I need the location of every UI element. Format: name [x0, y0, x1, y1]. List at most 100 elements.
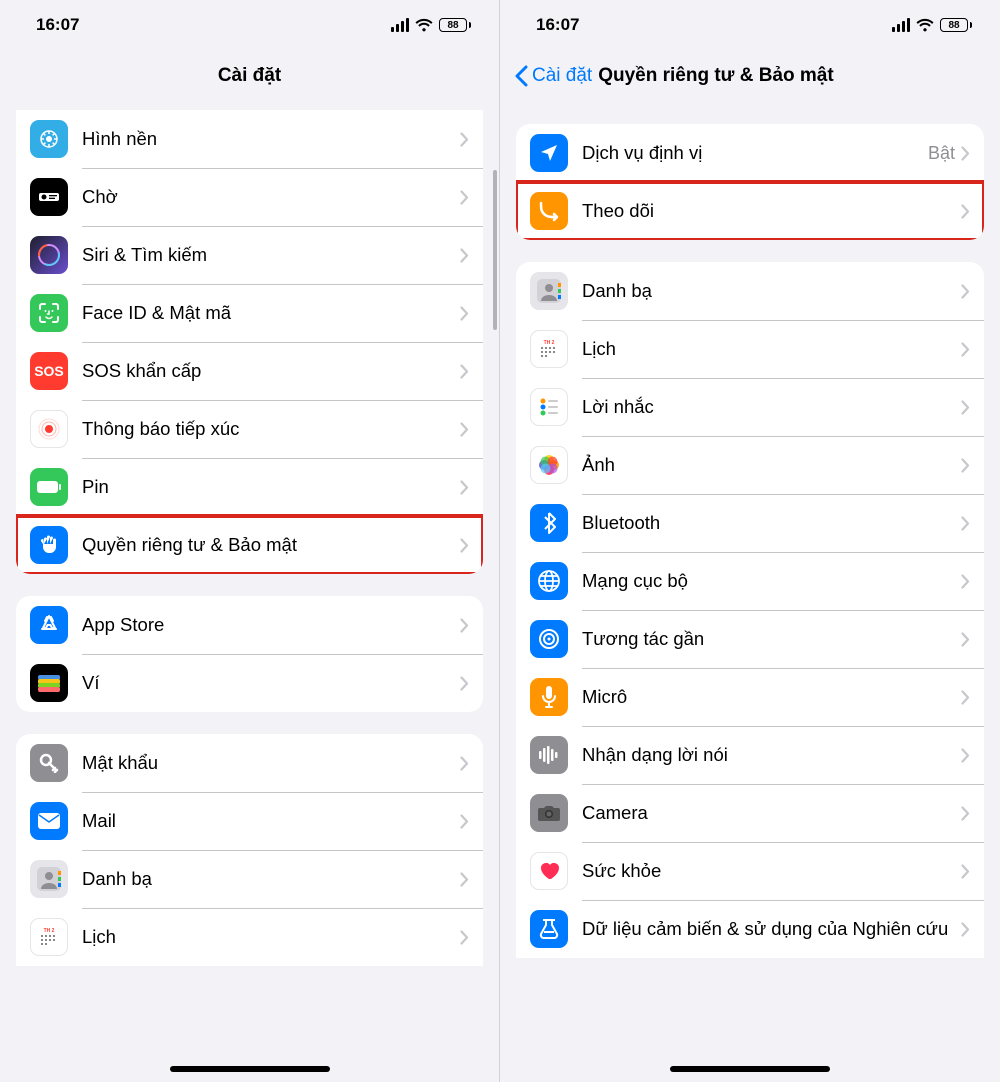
row-photos[interactable]: Ảnh: [516, 436, 984, 494]
back-button[interactable]: Cài đặt: [514, 65, 592, 87]
chevron-right-icon: [460, 248, 469, 263]
health-icon: [530, 852, 568, 890]
chevron-right-icon: [460, 306, 469, 321]
row-label: Dịch vụ định vị: [582, 141, 928, 164]
settings-list[interactable]: Hình nền Chờ Siri & Tìm kiếm Face ID & Mật …: [0, 102, 499, 1082]
scrollbar[interactable]: [493, 170, 497, 330]
chevron-right-icon: [460, 132, 469, 147]
row-battery[interactable]: Pin: [16, 458, 483, 516]
row-contacts[interactable]: Danh bạ: [516, 262, 984, 320]
localnet-icon: [530, 562, 568, 600]
svg-text:TH 2: TH 2: [544, 340, 555, 346]
camera-icon: [530, 794, 568, 832]
chevron-right-icon: [961, 748, 970, 763]
calendar-icon: TH 2: [530, 330, 568, 368]
calendar-icon: TH 2: [30, 918, 68, 956]
chevron-right-icon: [460, 814, 469, 829]
contacts-icon: [530, 272, 568, 310]
chevron-right-icon: [961, 922, 970, 937]
faceid-icon: [30, 294, 68, 332]
row-siri[interactable]: Siri & Tìm kiếm: [16, 226, 483, 284]
contacts-icon: [30, 860, 68, 898]
page-title: Quyền riêng tư & Bảo mật: [598, 65, 833, 87]
chevron-right-icon: [961, 574, 970, 589]
chevron-right-icon: [961, 400, 970, 415]
chevron-right-icon: [460, 364, 469, 379]
row-label: Lịch: [582, 337, 961, 360]
row-calendar[interactable]: TH 2 Lịch: [16, 908, 483, 966]
status-bar: 16:07 88: [500, 0, 1000, 50]
siri-icon: [30, 236, 68, 274]
chevron-right-icon: [961, 864, 970, 879]
row-wallet[interactable]: Ví: [16, 654, 483, 712]
row-label: Lịch: [82, 925, 460, 948]
row-exposure[interactable]: Thông báo tiếp xúc: [16, 400, 483, 458]
chevron-right-icon: [961, 632, 970, 647]
row-camera[interactable]: Camera: [516, 784, 984, 842]
chevron-right-icon: [961, 516, 970, 531]
row-label: Ảnh: [582, 453, 961, 476]
page-title: Cài đặt: [0, 65, 499, 87]
row-wallpaper[interactable]: Hình nền: [16, 110, 483, 168]
research-icon: [530, 910, 568, 948]
row-mail[interactable]: Mail: [16, 792, 483, 850]
cellular-icon: [892, 18, 910, 32]
wifi-icon: [415, 18, 433, 32]
privacy-list[interactable]: Dịch vụ định vịBật Theo dõi Danh bạ TH 2 Lịc…: [500, 102, 1000, 1082]
row-label: Thông báo tiếp xúc: [82, 417, 460, 440]
chevron-right-icon: [460, 480, 469, 495]
row-standby[interactable]: Chờ: [16, 168, 483, 226]
chevron-right-icon: [961, 146, 970, 161]
chevron-right-icon: [961, 806, 970, 821]
home-indicator[interactable]: [670, 1066, 830, 1072]
row-reminders[interactable]: Lời nhắc: [516, 378, 984, 436]
row-faceid[interactable]: Face ID & Mật mã: [16, 284, 483, 342]
row-label: Quyền riêng tư & Bảo mật: [82, 533, 460, 556]
chevron-right-icon: [961, 204, 970, 219]
chevron-right-icon: [460, 756, 469, 771]
row-tracking[interactable]: Theo dõi: [516, 182, 984, 240]
chevron-right-icon: [460, 930, 469, 945]
speech-icon: [530, 736, 568, 774]
battery-icon: 88: [940, 18, 972, 32]
row-contacts[interactable]: Danh bạ: [16, 850, 483, 908]
status-time: 16:07: [536, 15, 579, 35]
row-label: Bluetooth: [582, 511, 961, 534]
privacy-icon: [30, 526, 68, 564]
row-label: Theo dõi: [582, 199, 961, 222]
row-calendar[interactable]: TH 2 Lịch: [516, 320, 984, 378]
svg-text:TH 2: TH 2: [44, 928, 55, 934]
status-bar: 16:07 88: [0, 0, 499, 50]
row-label: Dữ liệu cảm biến & sử dụng của Nghiên cứ…: [582, 917, 961, 940]
row-speech[interactable]: Nhận dạng lời nói: [516, 726, 984, 784]
photos-icon: [530, 446, 568, 484]
row-label: Tương tác gần: [582, 627, 961, 650]
row-label: Face ID & Mật mã: [82, 301, 460, 324]
row-label: Siri & Tìm kiếm: [82, 243, 460, 266]
row-localnet[interactable]: Mạng cục bộ: [516, 552, 984, 610]
privacy-screen: 16:07 88 Cài đặt Quyền riêng tư & Bảo mậ…: [500, 0, 1000, 1082]
row-label: Pin: [82, 475, 460, 498]
row-passwords[interactable]: Mật khẩu: [16, 734, 483, 792]
row-nearby[interactable]: Tương tác gần: [516, 610, 984, 668]
row-sos[interactable]: SOSSOS khẩn cấp: [16, 342, 483, 400]
row-label: Micrô: [582, 685, 961, 708]
reminders-icon: [530, 388, 568, 426]
appstore-icon: [30, 606, 68, 644]
back-label: Cài đặt: [532, 65, 592, 87]
row-label: SOS khẩn cấp: [82, 359, 460, 382]
nav-header: Cài đặt: [0, 50, 499, 102]
row-health[interactable]: Sức khỏe: [516, 842, 984, 900]
battery-icon: [30, 468, 68, 506]
row-label: App Store: [82, 613, 460, 636]
row-research[interactable]: Dữ liệu cảm biến & sử dụng của Nghiên cứ…: [516, 900, 984, 958]
row-label: Chờ: [82, 185, 460, 208]
mail-icon: [30, 802, 68, 840]
chevron-right-icon: [460, 676, 469, 691]
row-bluetooth[interactable]: Bluetooth: [516, 494, 984, 552]
row-mic[interactable]: Micrô: [516, 668, 984, 726]
row-privacy[interactable]: Quyền riêng tư & Bảo mật: [16, 516, 483, 574]
row-location[interactable]: Dịch vụ định vịBật: [516, 124, 984, 182]
home-indicator[interactable]: [170, 1066, 330, 1072]
row-appstore[interactable]: App Store: [16, 596, 483, 654]
